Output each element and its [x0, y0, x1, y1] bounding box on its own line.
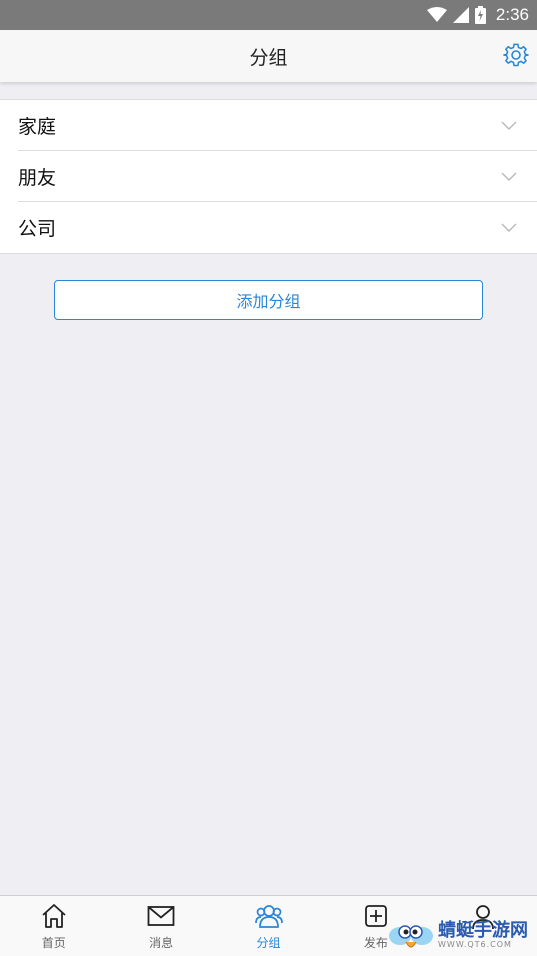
group-label: 公司 — [18, 218, 57, 240]
group-icon — [254, 905, 283, 928]
page-title: 分组 — [249, 46, 288, 69]
nav-label: 分组 — [256, 936, 281, 950]
group-label: 朋友 — [18, 166, 57, 189]
group-list: 家庭 朋友 公司 — [0, 99, 537, 254]
gear-icon[interactable] — [503, 42, 529, 68]
group-row-friends[interactable]: 朋友 — [18, 151, 537, 202]
group-row-company[interactable]: 公司 — [18, 202, 537, 253]
group-label: 家庭 — [18, 115, 57, 138]
mail-icon — [147, 906, 175, 926]
status-bar: 2:36 — [0, 0, 537, 30]
signal-icon — [452, 7, 469, 23]
battery-icon — [474, 6, 486, 24]
status-time: 2:36 — [495, 5, 529, 24]
watermark-title: 蜻蜓手游网 — [438, 920, 528, 941]
dragonfly-logo-icon — [389, 924, 433, 947]
screen: 2:36 分组 家庭 朋友 公司 添加分组 首页 消息 分组 发布 蜻蜓手游网 … — [0, 0, 537, 956]
watermark: 蜻蜓手游网 WWW.QT6.COM — [388, 915, 537, 956]
nav-item-home[interactable]: 首页 — [0, 896, 107, 956]
wifi-icon — [426, 7, 447, 22]
nav-label: 消息 — [149, 936, 174, 950]
nav-label: 首页 — [41, 936, 66, 950]
nav-item-messages[interactable]: 消息 — [107, 896, 214, 956]
plus-square-icon — [365, 905, 387, 927]
group-row-family[interactable]: 家庭 — [18, 100, 537, 151]
chevron-down-icon — [501, 121, 517, 130]
watermark-url: WWW.QT6.COM — [438, 940, 512, 949]
chevron-down-icon — [501, 223, 517, 232]
app-bar: 分组 — [0, 30, 537, 82]
nav-item-groups[interactable]: 分组 — [215, 896, 322, 956]
chevron-down-icon — [501, 172, 517, 181]
add-group-button[interactable]: 添加分组 — [54, 280, 483, 320]
nav-label: 发布 — [363, 936, 388, 950]
home-icon — [42, 904, 66, 928]
